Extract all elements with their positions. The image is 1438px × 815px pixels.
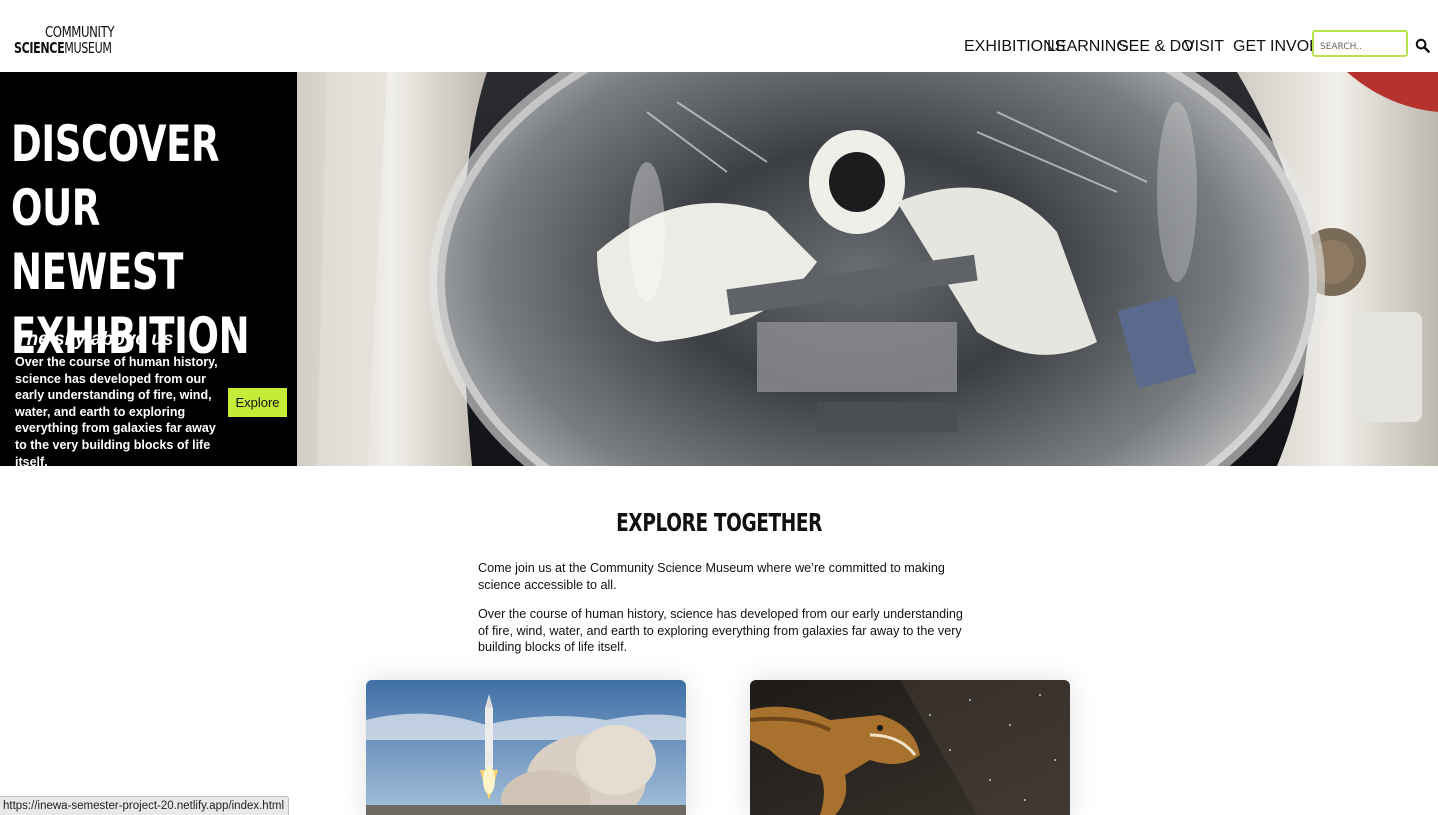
explore-paragraph-2: Over the course of human history, scienc… — [478, 607, 963, 655]
nav-item-learning[interactable]: LEARNING — [1047, 38, 1129, 56]
search-icon — [1415, 38, 1430, 53]
nav-link-learning[interactable]: LEARNING — [1047, 38, 1129, 56]
nav-item-see-and-do[interactable]: SEE & DO — [1118, 38, 1194, 56]
site-header: COMMUNITY SCIENCEMUSEUM EXHIBITIONS LEAR… — [0, 0, 1438, 72]
nav-link-see-and-do[interactable]: SEE & DO — [1118, 38, 1194, 56]
logo-line2-bold: SCIENCE — [14, 39, 65, 57]
rocket-launch-image — [366, 680, 686, 815]
logo-line2-rest: MUSEUM — [64, 39, 112, 57]
hero-description: Over the course of human history, scienc… — [15, 355, 218, 469]
search-input[interactable] — [1314, 32, 1406, 55]
nav-link-visit[interactable]: VISIT — [1184, 38, 1224, 56]
hero-section: DISCOVER OUR NEWEST EXHIBITION The sky a… — [0, 72, 1438, 469]
search-field-wrapper — [1312, 30, 1408, 57]
card-rocket-launch[interactable] — [366, 680, 686, 815]
astronaut-helmet-illustration — [297, 72, 1438, 466]
explore-title-text: EXPLORE TOGETHER — [616, 508, 822, 537]
card-dinosaur[interactable] — [750, 680, 1070, 815]
explore-title: EXPLORE TOGETHER — [0, 508, 1438, 537]
logo-line2: SCIENCEMUSEUM — [14, 39, 112, 57]
dinosaur-image — [750, 680, 1070, 815]
nav-item-visit[interactable]: VISIT — [1184, 38, 1224, 56]
hero-text-panel: DISCOVER OUR NEWEST EXHIBITION The sky a… — [0, 72, 297, 469]
status-bar-url: https://inewa-semester-project-20.netlif… — [0, 796, 290, 815]
search-button[interactable] — [1415, 38, 1431, 54]
hero-astronaut-image — [297, 72, 1438, 466]
hero-subtitle: The sky above us — [15, 329, 174, 350]
site-logo[interactable]: COMMUNITY SCIENCEMUSEUM — [14, 23, 124, 58]
explore-paragraph-1: Come join us at the Community Science Mu… — [478, 561, 945, 592]
explore-button[interactable]: Explore — [228, 388, 287, 417]
